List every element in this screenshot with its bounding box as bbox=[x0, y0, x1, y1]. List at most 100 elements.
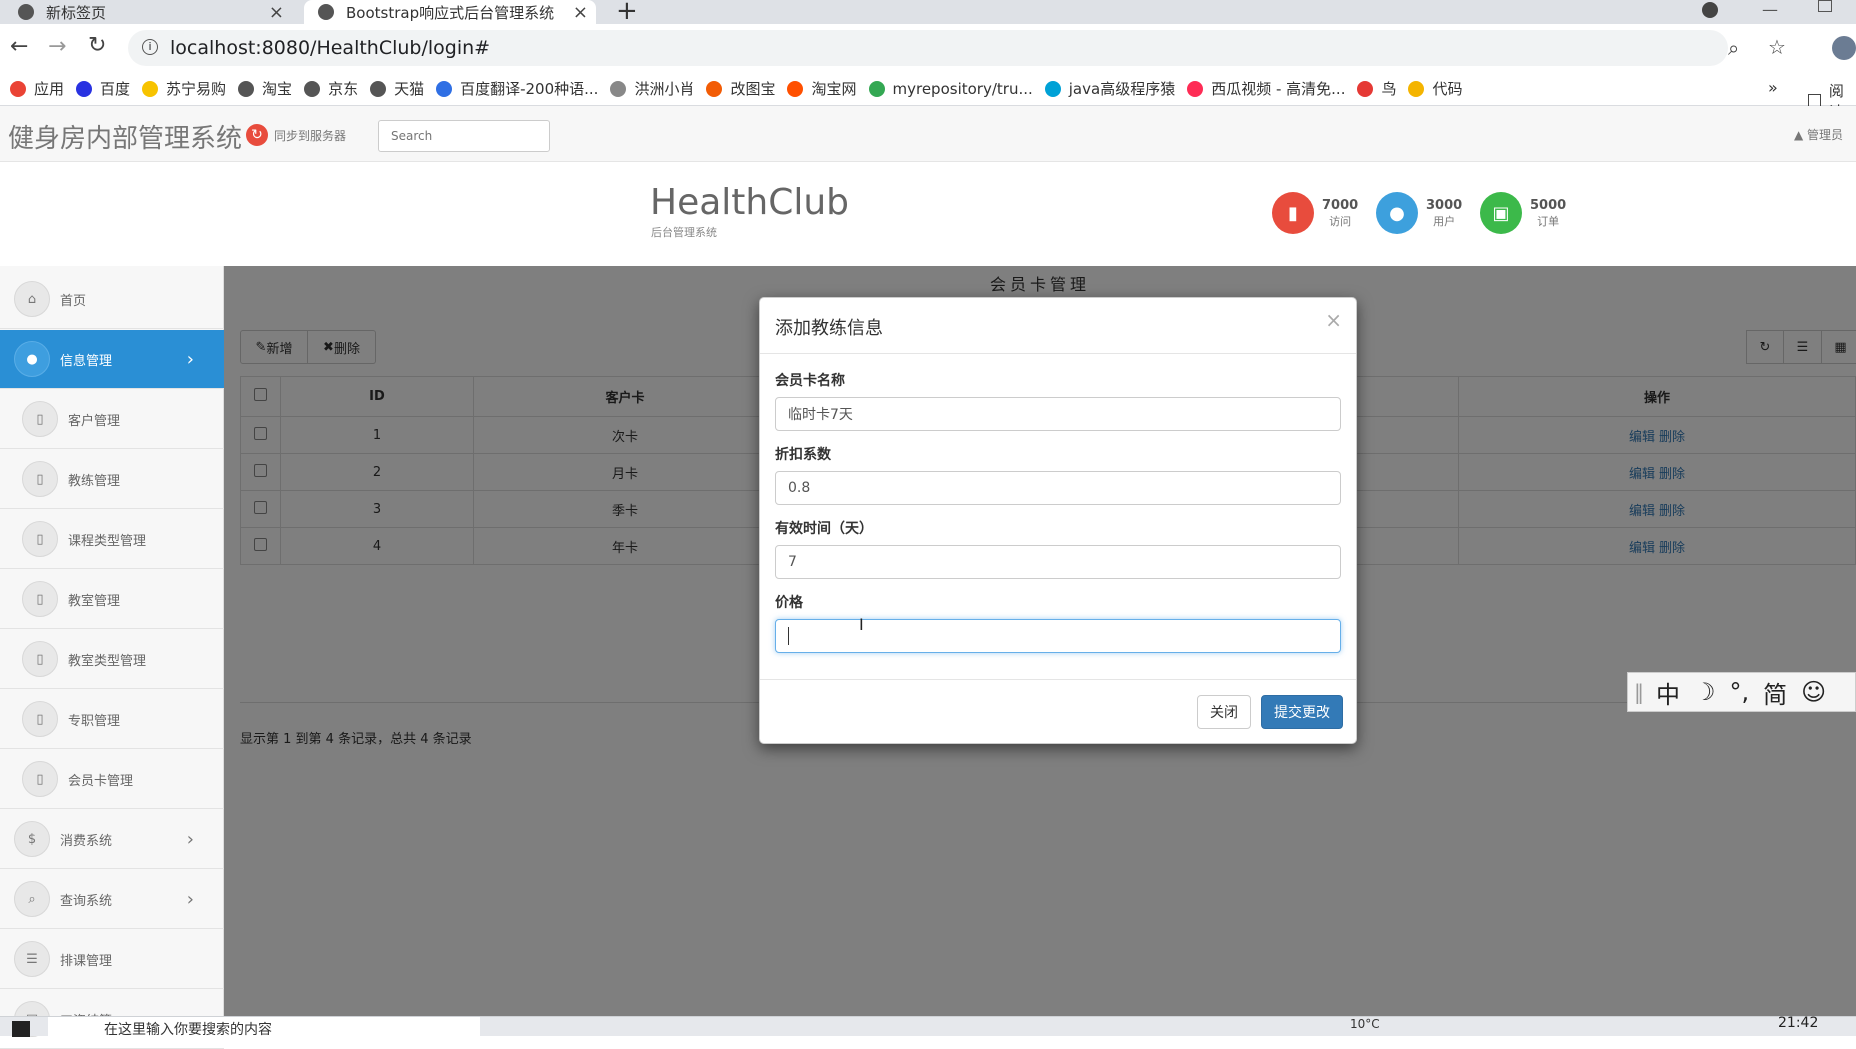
tab-close-icon[interactable]: × bbox=[269, 2, 284, 23]
bookmark-favicon-icon bbox=[1408, 80, 1425, 97]
close-button[interactable]: 关闭 bbox=[1197, 695, 1251, 729]
bookmark-label: 淘宝 bbox=[262, 80, 293, 98]
card-name-value: 临时卡7天 bbox=[788, 407, 853, 423]
refresh-icon: ↻ bbox=[246, 124, 268, 146]
bookmark-item[interactable]: 鸟 bbox=[1357, 78, 1396, 99]
bookmark-favicon-icon bbox=[610, 80, 627, 97]
tab-close-icon[interactable]: × bbox=[573, 2, 588, 23]
app-header: 健身房内部管理系统 ↻ 同步到服务器 ▲ 管理员 bbox=[0, 106, 1856, 162]
modal-close-icon[interactable]: × bbox=[1325, 308, 1342, 332]
bookmark-favicon-icon bbox=[370, 80, 387, 97]
restore-icon[interactable] bbox=[1818, 0, 1832, 12]
signal-icon: ▮ bbox=[1272, 192, 1314, 234]
bookmark-star-icon[interactable]: ☆ bbox=[1768, 35, 1786, 59]
user-label: 管理员 bbox=[1807, 128, 1844, 142]
bookmark-item[interactable]: 百度翻译-200种语... bbox=[436, 78, 598, 99]
address-bar[interactable]: i localhost:8080/HealthClub/login# ⌕ ☆ bbox=[128, 30, 1786, 66]
text-cursor bbox=[788, 627, 789, 645]
field-label: 价格 bbox=[775, 595, 803, 611]
bookmark-favicon-icon bbox=[76, 80, 93, 97]
bookmark-item[interactable]: 改图宝 bbox=[706, 78, 775, 99]
bookmark-favicon-icon bbox=[1044, 80, 1061, 97]
browser-tab[interactable]: 新标签页 × bbox=[14, 0, 290, 24]
bookmark-label: 京东 bbox=[328, 80, 359, 98]
sync-label: 同步到服务器 bbox=[274, 128, 347, 143]
reload-icon[interactable]: ↻ bbox=[88, 33, 106, 58]
stat-orders: ▣ 5000 订单 bbox=[1480, 192, 1566, 234]
card-name-input[interactable]: 临时卡7天 bbox=[775, 397, 1341, 431]
stat-value: 7000 bbox=[1322, 197, 1359, 213]
bookmark-item[interactable]: 天猫 bbox=[370, 78, 424, 99]
discount-value: 0.8 bbox=[788, 480, 811, 496]
search-input[interactable] bbox=[378, 120, 550, 152]
bookmark-label: 洪洲小肖 bbox=[634, 80, 695, 98]
bookmark-item[interactable]: 西瓜视频 - 高清免... bbox=[1187, 78, 1345, 99]
valid-days-value: 7 bbox=[788, 554, 797, 570]
bookmarks-more-icon[interactable]: » bbox=[1768, 78, 1778, 97]
brand-name: HealthClub bbox=[650, 182, 850, 223]
modal-header: 添加教练信息 × bbox=[760, 298, 1356, 354]
windows-start-icon[interactable] bbox=[12, 1021, 30, 1037]
bookmark-favicon-icon bbox=[1187, 80, 1204, 97]
bookmark-item[interactable]: 百度 bbox=[76, 78, 130, 99]
info-icon[interactable]: i bbox=[142, 39, 158, 55]
simplified-toggle[interactable]: 简 bbox=[1763, 675, 1787, 710]
stat-value: 3000 bbox=[1426, 197, 1463, 213]
zoom-icon[interactable]: ⌕ bbox=[1728, 36, 1739, 60]
bookmark-item[interactable]: 应用 bbox=[10, 78, 64, 99]
bookmark-item[interactable]: 淘宝 bbox=[238, 78, 292, 99]
stat-value: 5000 bbox=[1530, 197, 1567, 213]
profile-avatar[interactable] bbox=[1832, 36, 1856, 60]
bookmark-item[interactable]: java高级程序猿 bbox=[1044, 78, 1175, 99]
user-icon: ● bbox=[1376, 192, 1418, 234]
field-label: 有效时间（天） bbox=[775, 521, 873, 537]
punctuation-icon[interactable]: °, bbox=[1730, 678, 1750, 706]
stat-visits: ▮ 7000 访问 bbox=[1272, 192, 1358, 234]
bookmark-item[interactable]: 苏宁易购 bbox=[142, 78, 226, 99]
taskbar-search[interactable]: 在这里输入你要搜索的内容 bbox=[48, 1017, 480, 1037]
forward-icon[interactable]: → bbox=[48, 34, 66, 59]
submit-button[interactable]: 提交更改 bbox=[1261, 695, 1343, 729]
brand-subtitle: 后台管理系统 bbox=[651, 226, 717, 239]
valid-days-input[interactable]: 7 bbox=[775, 545, 1341, 579]
discount-input[interactable]: 0.8 bbox=[775, 471, 1341, 505]
emoji-icon[interactable]: ☺ bbox=[1801, 678, 1826, 706]
bookmark-label: 苏宁易购 bbox=[166, 80, 227, 98]
moon-icon[interactable]: ☽ bbox=[1694, 678, 1716, 706]
url-text: localhost:8080/HealthClub/login# bbox=[170, 37, 491, 59]
bookmark-item[interactable]: myrepository/tru... bbox=[868, 80, 1033, 98]
modal-footer: 关闭 提交更改 bbox=[760, 679, 1356, 745]
browser-tab-strip: 新标签页 × Bootstrap响应式后台管理系统 × + — bbox=[0, 0, 1856, 26]
tab-favicon-icon bbox=[18, 4, 34, 20]
bookmark-item[interactable]: 代码 bbox=[1408, 78, 1463, 99]
clock: 21:42 bbox=[1778, 1015, 1819, 1031]
bookmark-label: 百度 bbox=[100, 80, 131, 98]
drag-handle[interactable]: ‖ bbox=[1634, 680, 1644, 704]
ime-mode[interactable]: 中 bbox=[1656, 675, 1680, 710]
tab-search-icon[interactable] bbox=[1702, 2, 1718, 18]
bookmark-item[interactable]: 淘宝网 bbox=[787, 78, 857, 99]
back-icon[interactable]: ← bbox=[10, 34, 28, 59]
bookmark-favicon-icon bbox=[238, 80, 255, 97]
bookmarks-bar: 应用 百度 苏宁易购 淘宝 京东 天猫 百度翻译-200种语... 洪洲小肖 改图宝 淘宝网 myr… bbox=[0, 72, 1856, 106]
ime-toolbar: ‖ 中 ☽ °, 简 ☺ bbox=[1627, 672, 1856, 712]
tab-favicon-icon bbox=[318, 4, 334, 20]
bookmark-favicon-icon bbox=[304, 80, 321, 97]
new-tab-button[interactable]: + bbox=[616, 0, 638, 26]
browser-tab-active[interactable]: Bootstrap响应式后台管理系统 × bbox=[304, 0, 596, 24]
modal-title: 添加教练信息 bbox=[775, 318, 883, 339]
field-label: 折扣系数 bbox=[775, 447, 831, 463]
bookmark-item[interactable]: 洪洲小肖 bbox=[610, 78, 694, 99]
bookmark-label: 代码 bbox=[1432, 80, 1463, 98]
add-coach-modal: 添加教练信息 × 会员卡名称 临时卡7天 折扣系数 0.8 有效时间（天） 7 … bbox=[759, 297, 1357, 744]
tab-title: Bootstrap响应式后台管理系统 bbox=[346, 3, 555, 22]
bookmark-item[interactable]: 京东 bbox=[304, 78, 358, 99]
user-icon: ▲ bbox=[1794, 128, 1808, 142]
stat-users: ● 3000 用户 bbox=[1376, 192, 1462, 234]
stat-label: 订单 bbox=[1537, 214, 1560, 228]
sidebar-backdrop bbox=[0, 266, 224, 1016]
bookmark-favicon-icon bbox=[1357, 80, 1374, 97]
user-menu[interactable]: ▲ 管理员 bbox=[1794, 126, 1843, 143]
sync-button[interactable]: ↻ 同步到服务器 bbox=[246, 124, 346, 146]
minimize-icon[interactable]: — bbox=[1762, 0, 1778, 19]
